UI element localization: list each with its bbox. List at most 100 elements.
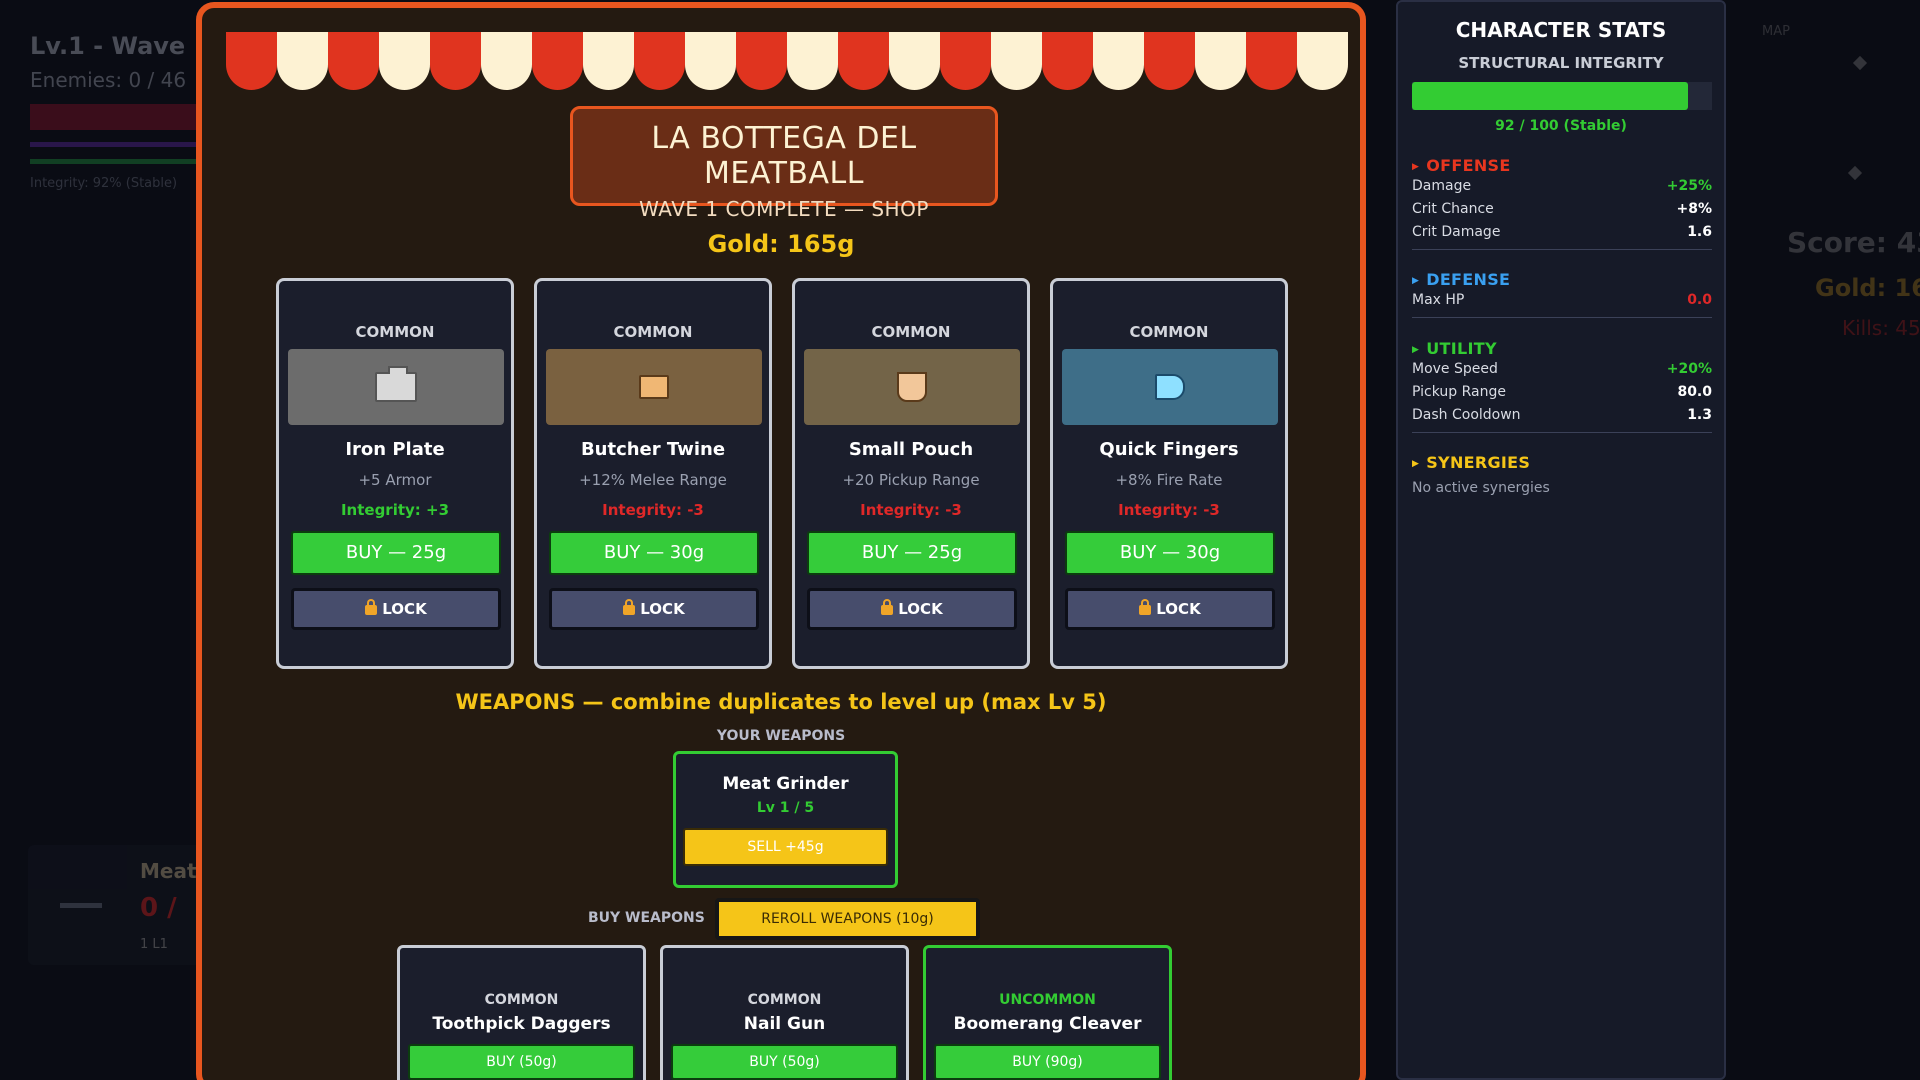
shop-title: LA BOTTEGA DEL MEATBALL <box>651 121 917 191</box>
item-integrity: Integrity: +3 <box>340 501 450 519</box>
item-name: Small Pouch <box>848 439 974 460</box>
section-divider <box>1412 317 1712 318</box>
lock-item-button[interactable]: LOCK <box>549 588 759 630</box>
item-rarity: COMMON <box>355 323 435 341</box>
shop-subtitle: WAVE 1 COMPLETE — SHOP <box>639 197 929 221</box>
item-effect: +20 Pickup Range <box>842 471 980 489</box>
xp-bar <box>30 142 210 147</box>
kills-label: Kills: 45 <box>1842 316 1920 340</box>
stat-row: Move Speed +20% <box>1412 361 1712 377</box>
utility-section: ▶ UTILITY Move Speed +20% Pickup Range 80.0… <box>1412 339 1712 433</box>
offense-section: ▶ OFFENSE Damage +25% Crit Chance +8% Crit … <box>1412 156 1712 250</box>
item-name: Butcher Twine <box>580 439 726 460</box>
stat-row: Crit Chance +8% <box>1412 201 1712 217</box>
integrity-label: Integrity: 92% (Stable) <box>30 176 178 191</box>
expand-triangle-icon: ▶ <box>1412 345 1420 355</box>
character-stats-panel: CHARACTER STATS STRUCTURAL INTEGRITY 92 … <box>1396 0 1726 1080</box>
shop-sign: LA BOTTEGA DEL MEATBALL WAVE 1 COMPLETE … <box>570 106 998 221</box>
buy-item-button[interactable]: BUY — 30g <box>1065 531 1275 575</box>
enemies-counter: Enemies: 0 / 46 <box>30 68 187 92</box>
shop-panel: LA BOTTEGA DEL MEATBALL WAVE 1 COMPLETE … <box>196 2 1366 1080</box>
weapon-name: Boomerang Cleaver <box>953 1014 1142 1034</box>
weapon-name: Toothpick Daggers <box>432 1014 611 1034</box>
background-weapon-slot: Meat 0 / 1 L1 <box>28 845 208 965</box>
lock-label: LOCK <box>898 600 943 618</box>
lock-icon <box>365 599 378 615</box>
lock-item-button[interactable]: LOCK <box>291 588 501 630</box>
stat-row: Crit Damage 1.6 <box>1412 224 1712 240</box>
lock-icon <box>1139 599 1152 615</box>
item-thumbnail <box>546 349 762 425</box>
minimap-label: MAP <box>1762 24 1790 39</box>
stat-row: Dash Cooldown 1.3 <box>1412 407 1712 423</box>
item-integrity: Integrity: -3 <box>602 501 704 519</box>
lock-label: LOCK <box>1156 600 1201 618</box>
your-weapons-label: YOUR WEAPONS <box>716 728 846 744</box>
item-card: COMMON Quick Fingers +8% Fire Rate Integ… <box>1050 278 1288 669</box>
stat-row: Pickup Range 80.0 <box>1412 384 1712 400</box>
item-effect: +5 Armor <box>358 471 432 489</box>
weapon-rarity: COMMON <box>747 992 822 1008</box>
stats-title: CHARACTER STATS <box>1455 18 1667 42</box>
buy-item-button[interactable]: BUY — 25g <box>807 531 1017 575</box>
buy-weapon-button[interactable]: BUY (90g) <box>934 1044 1161 1080</box>
background-right-hud: MAP Score: 436 Gold: 165 Kills: 45 <box>1740 0 1920 1080</box>
item-rarity: COMMON <box>1129 323 1209 341</box>
weapon-offers: COMMON Toothpick Daggers BUY (50g) COMMO… <box>397 945 1172 1080</box>
stat-row: Max HP 0.0 <box>1412 292 1712 308</box>
background-hud: Lv.1 - Wave 1 Enemies: 0 / 46 Integrity:… <box>30 32 210 191</box>
item-thumbnail <box>288 349 504 425</box>
item-rarity: COMMON <box>613 323 693 341</box>
synergies-empty-text: No active synergies <box>1412 480 1550 496</box>
weapon-offer-card: COMMON Nail Gun BUY (50g) <box>660 945 909 1080</box>
minimap-marker-icon <box>1847 165 1863 181</box>
buy-weapon-button[interactable]: BUY (50g) <box>671 1044 898 1080</box>
section-divider <box>1412 249 1712 250</box>
integrity-bar <box>30 159 210 164</box>
synergies-header[interactable]: ▶ SYNERGIES <box>1412 453 1712 472</box>
sell-weapon-button[interactable]: SELL +45g <box>683 828 888 866</box>
stat-row: Damage +25% <box>1412 178 1712 194</box>
lock-item-button[interactable]: LOCK <box>807 588 1017 630</box>
hud-gold-label: Gold: 165 <box>1815 274 1920 302</box>
lock-label: LOCK <box>640 600 685 618</box>
owned-weapon-card: Meat Grinder Lv 1 / 5 SELL +45g <box>673 751 898 888</box>
utility-header[interactable]: ▶ UTILITY <box>1412 339 1712 358</box>
item-card: COMMON Iron Plate +5 Armor Integrity: +3… <box>276 278 514 669</box>
item-integrity: Integrity: -3 <box>860 501 962 519</box>
item-card: COMMON Small Pouch +20 Pickup Range Inte… <box>792 278 1030 669</box>
integrity-bar <box>1412 82 1712 110</box>
wave-label: Lv.1 - Wave 1 <box>30 32 211 60</box>
item-card: COMMON Butcher Twine +12% Melee Range In… <box>534 278 772 669</box>
twine-icon <box>639 375 669 399</box>
lock-icon <box>623 599 636 615</box>
item-offers: COMMON Iron Plate +5 Armor Integrity: +3… <box>276 278 1288 669</box>
buy-item-button[interactable]: BUY — 30g <box>549 531 759 575</box>
offense-header[interactable]: ▶ OFFENSE <box>1412 156 1712 175</box>
weapon-slot-name: Meat <box>140 859 197 883</box>
health-bar <box>30 104 210 130</box>
integrity-title: STRUCTURAL INTEGRITY <box>1458 54 1664 72</box>
owned-weapon-name: Meat Grinder <box>722 774 849 794</box>
weapon-offer-card: COMMON Toothpick Daggers BUY (50g) <box>397 945 646 1080</box>
buy-weapon-button[interactable]: BUY (50g) <box>408 1044 635 1080</box>
weapon-offer-card: UNCOMMON Boomerang Cleaver BUY (90g) <box>923 945 1172 1080</box>
shop-awning <box>226 32 1348 90</box>
iron-plate-icon <box>375 366 417 402</box>
buy-weapons-label: BUY WEAPONS <box>588 910 705 926</box>
weapon-slot-count: 0 / <box>140 893 177 923</box>
reroll-weapons-button[interactable]: REROLL WEAPONS (10g) <box>715 898 980 940</box>
score-label: Score: 436 <box>1787 226 1920 259</box>
gold-amount: Gold: 165g <box>707 230 855 258</box>
defense-header[interactable]: ▶ DEFENSE <box>1412 270 1712 289</box>
expand-triangle-icon: ▶ <box>1412 459 1420 469</box>
buy-item-button[interactable]: BUY — 25g <box>291 531 501 575</box>
expand-triangle-icon: ▶ <box>1412 162 1420 172</box>
defense-section: ▶ DEFENSE Max HP 0.0 <box>1412 270 1712 318</box>
lock-item-button[interactable]: LOCK <box>1065 588 1275 630</box>
weapon-name: Nail Gun <box>743 1014 826 1034</box>
section-divider <box>1412 432 1712 433</box>
integrity-bar-fill <box>1412 82 1688 110</box>
item-rarity: COMMON <box>871 323 951 341</box>
owned-weapon-level: Lv 1 / 5 <box>756 800 815 816</box>
